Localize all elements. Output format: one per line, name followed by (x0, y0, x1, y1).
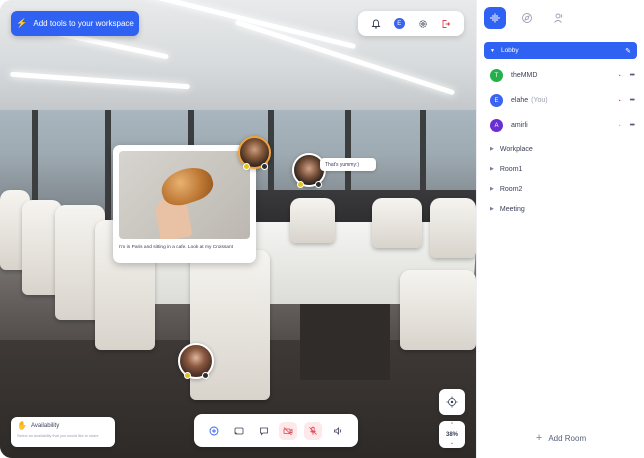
hand-icon: ✋ (17, 421, 27, 430)
side-panel: ▼ Lobby ✎ T theMMD ▪ ••• E elahe (You) ▪ … (476, 0, 644, 458)
add-room-label: Add Room (548, 433, 587, 443)
status-badge (261, 163, 268, 170)
add-room-button[interactable]: + Add Room (477, 432, 644, 444)
add-tools-button[interactable]: ⚡ Add tools to your workspace (11, 11, 139, 36)
avatar: E (393, 18, 405, 29)
plus-circle-icon (209, 426, 219, 435)
room-name: Meeting (499, 205, 525, 213)
recenter-button[interactable] (439, 389, 465, 415)
camera-toggle-button[interactable] (279, 421, 298, 440)
media-toolbar (194, 414, 358, 447)
speaker-button[interactable] (329, 422, 347, 440)
chair (400, 270, 476, 350)
avatar: A (490, 119, 503, 132)
plus-icon: + (535, 432, 543, 444)
room-name: Room1 (499, 165, 523, 173)
member-name: elahe (511, 97, 529, 104)
compass-icon (522, 13, 532, 23)
audio-wave-icon (490, 13, 500, 23)
status-badge (184, 372, 191, 379)
room-name: Lobby (500, 47, 519, 54)
speaker-icon (333, 426, 341, 435)
crosshair-icon (446, 396, 458, 408)
more-icon[interactable]: ••• (630, 122, 635, 129)
room-item-room2[interactable]: ▶ Room2 (477, 179, 644, 199)
gear-icon (419, 19, 427, 28)
photo-post-card[interactable]: I'm in Paris and sitting in a cafe. Look… (113, 145, 256, 263)
leave-button[interactable] (438, 16, 454, 32)
mic-icon: ▪ (618, 97, 621, 104)
cast-button[interactable] (230, 422, 248, 440)
chevron-down-icon: ▼ (490, 47, 495, 54)
zoom-out-button[interactable]: ⌄ (450, 441, 454, 446)
room-name: Room2 (499, 185, 523, 193)
zoom-level: 38% (445, 431, 458, 438)
chat-message-bubble: That's yummy:) (320, 158, 376, 171)
table-base (300, 300, 390, 380)
top-controls: E (358, 11, 464, 36)
room-item-meeting[interactable]: ▶ Meeting (477, 199, 644, 219)
users-icon (554, 13, 563, 23)
tab-explore[interactable] (516, 7, 538, 29)
tab-people[interactable] (548, 7, 570, 29)
status-badge (297, 181, 304, 188)
room-lobby-header[interactable]: ▼ Lobby ✎ (484, 42, 637, 59)
member-item[interactable]: A amirli ▪ ••• (477, 113, 644, 138)
member-list: T theMMD ▪ ••• E elahe (You) ▪ ••• A amir… (477, 63, 644, 138)
availability-title: Availability (30, 422, 60, 429)
chat-icon (259, 427, 268, 435)
post-caption: I'm in Paris and sitting in a cafe. Look… (119, 245, 233, 250)
zoom-in-button[interactable]: ⌃ (450, 423, 454, 428)
chevron-right-icon: ▶ (490, 146, 494, 152)
chat-icon: ▪ (618, 122, 621, 129)
bolt-icon: ⚡ (16, 18, 28, 28)
chair (290, 198, 335, 243)
chevron-right-icon: ▶ (490, 206, 494, 212)
status-badge (315, 181, 322, 188)
member-item[interactable]: T theMMD ▪ ••• (477, 63, 644, 88)
member-name: theMMD (511, 72, 538, 79)
chevron-right-icon: ▶ (490, 166, 494, 172)
cast-icon (234, 427, 244, 434)
mic-off-icon (309, 426, 317, 435)
add-button[interactable] (205, 422, 223, 440)
member-item[interactable]: E elahe (You) ▪ ••• (477, 88, 644, 113)
chevron-right-icon: ▶ (490, 186, 494, 192)
bell-icon (371, 19, 381, 28)
chair (372, 198, 422, 248)
logout-icon (442, 19, 451, 28)
camera-off-icon (283, 426, 293, 435)
status-badge (243, 163, 250, 170)
chat-button[interactable] (255, 422, 273, 440)
room-name: Workplace (499, 145, 533, 153)
availability-card[interactable]: ✋ Availability Select an availability th… (11, 417, 115, 447)
avatar: T (490, 69, 503, 82)
room-item-workplace[interactable]: ▶ Workplace (477, 139, 644, 159)
add-tools-label: Add tools to your workspace (33, 19, 134, 28)
mic-toggle-button[interactable] (303, 421, 322, 440)
window-frame (105, 110, 111, 220)
post-photo (119, 151, 250, 239)
chair (430, 198, 476, 258)
member-name: amirli (511, 122, 528, 129)
settings-button[interactable] (415, 16, 431, 32)
status-badge (202, 372, 209, 379)
you-tag: (You) (531, 97, 548, 104)
notifications-button[interactable] (368, 16, 384, 32)
room-list: ▶ Workplace ▶ Room1 ▶ Room2 ▶ Meeting (477, 139, 644, 219)
avatar: E (490, 94, 503, 107)
zoom-control: ⌃ 38% ⌄ (439, 421, 465, 448)
tab-rooms[interactable] (484, 7, 506, 29)
more-icon[interactable]: ••• (630, 97, 635, 104)
more-icon[interactable]: ••• (630, 72, 635, 79)
availability-hint: Select an availability that you would li… (17, 434, 99, 438)
room-item-room1[interactable]: ▶ Room1 (477, 159, 644, 179)
camera-icon: ▪ (618, 72, 621, 79)
pencil-icon[interactable]: ✎ (625, 47, 631, 55)
panel-tabs (477, 0, 644, 36)
profile-button[interactable]: E (391, 16, 407, 32)
